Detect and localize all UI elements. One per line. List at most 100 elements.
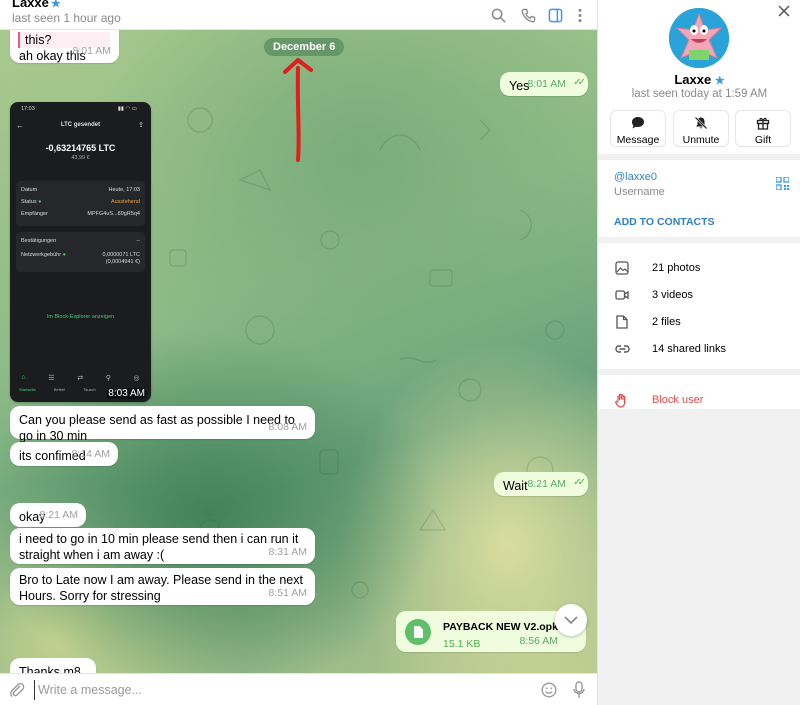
message-text: Bro to Late now I am away. Please send i… bbox=[19, 573, 303, 603]
close-icon[interactable] bbox=[778, 5, 790, 20]
photos-row[interactable]: 21 photos bbox=[614, 260, 789, 276]
phone-row: Datum Heute, 17:03 bbox=[21, 187, 140, 193]
row-key: Netzwerkgebühr ● bbox=[21, 252, 66, 258]
message-time: 8:56 AM bbox=[519, 635, 558, 647]
row-key-text: Netzwerkgebühr bbox=[21, 252, 62, 258]
files-row[interactable]: 2 files bbox=[614, 314, 789, 330]
photos-count: 21 photos bbox=[652, 262, 701, 274]
profile-name: Laxxe ★ bbox=[598, 72, 800, 87]
chat-header: Laxxe ★ last seen 1 hour ago bbox=[0, 0, 597, 30]
gift-icon bbox=[736, 116, 790, 134]
message-bubble[interactable]: okay 8:21 AM bbox=[10, 503, 86, 527]
phone-row: Netzwerkgebühr ● 0,0000071 LTC bbox=[21, 252, 140, 258]
explorer-link: Im Block-Explorer anzeigen bbox=[46, 314, 115, 320]
info-dot-icon: ● bbox=[62, 252, 66, 258]
message-time: 8:21 AM bbox=[527, 478, 566, 490]
links-row[interactable]: 14 shared links bbox=[614, 341, 789, 357]
file-doc-icon bbox=[614, 314, 630, 330]
tab-label: Startseite bbox=[18, 387, 36, 392]
profile-name-text: Laxxe bbox=[674, 72, 712, 87]
profile-panel: Laxxe ★ last seen today at 1:59 AM Messa… bbox=[597, 0, 800, 705]
home-icon: ⌂ bbox=[21, 374, 26, 381]
file-size: 15.1 KB bbox=[443, 638, 481, 650]
signal-icon: ▮▮ ◠ ▭ bbox=[117, 106, 137, 112]
more-icon[interactable] bbox=[571, 6, 589, 24]
tab-label: Befehl bbox=[53, 387, 66, 392]
message-text: Can you please send as fast as possible … bbox=[19, 413, 295, 443]
message-time: 8:21 AM bbox=[39, 509, 78, 521]
read-checks-icon: ✓✓ bbox=[573, 477, 586, 488]
message-text: Yes bbox=[509, 79, 530, 93]
message-bubble[interactable]: its confimed 8:14 AM bbox=[10, 442, 118, 466]
gift-button-label: Gift bbox=[754, 134, 772, 146]
message-bubble[interactable]: this? ah okay this 8:01 AM bbox=[10, 30, 119, 63]
add-to-contacts-button[interactable]: ADD TO CONTACTS bbox=[614, 216, 715, 228]
row-key: Datum bbox=[21, 187, 38, 193]
phone-call-icon[interactable] bbox=[519, 6, 537, 24]
search-icon[interactable] bbox=[489, 6, 507, 24]
phone-fiat: 43,99 € bbox=[71, 155, 90, 161]
panel-filler bbox=[598, 409, 800, 705]
block-user-label: Block user bbox=[652, 394, 704, 406]
row-key: Empfänger bbox=[21, 211, 48, 217]
links-count: 14 shared links bbox=[652, 343, 726, 355]
chevron-down-icon bbox=[564, 616, 578, 624]
message-composer bbox=[0, 673, 597, 705]
file-icon[interactable] bbox=[405, 619, 431, 645]
username-value[interactable]: @laxxe0 bbox=[614, 171, 657, 183]
message-text: Wait bbox=[503, 479, 528, 493]
phone-amount: -0,63214765 LTC bbox=[45, 143, 116, 153]
gift-button[interactable]: Gift bbox=[735, 110, 791, 147]
profile-status: last seen today at 1:59 AM bbox=[631, 88, 768, 100]
premium-star-icon: ★ bbox=[50, 0, 61, 10]
message-time: 8:01 AM bbox=[72, 45, 111, 57]
video-icon bbox=[614, 287, 630, 303]
chat-wallpaper: December 6 this? ah okay this 8:01 AM Ye… bbox=[0, 30, 597, 673]
message-bubble[interactable]: i need to go in 10 min please send then … bbox=[10, 528, 315, 564]
trade-icon: ⚲ bbox=[105, 375, 111, 382]
phone-row: Bestätigungen -- bbox=[21, 238, 140, 244]
tab-label: Tausch bbox=[83, 387, 96, 392]
message-bubble-outgoing[interactable]: Yes 8:01 AM ✓✓ bbox=[500, 72, 588, 96]
phone-row: Empfänger MPFG4uS...89gR5q4 bbox=[21, 211, 140, 217]
unmute-button-label: Unmute bbox=[682, 134, 720, 146]
chat-title[interactable]: Laxxe ★ bbox=[12, 0, 61, 10]
chat-name[interactable]: Laxxe bbox=[12, 0, 49, 10]
link-icon bbox=[614, 341, 630, 357]
videos-count: 3 videos bbox=[652, 289, 693, 301]
qr-code-icon[interactable] bbox=[775, 176, 790, 193]
files-count: 2 files bbox=[652, 316, 681, 328]
photo-icon bbox=[614, 260, 630, 276]
emoji-icon[interactable] bbox=[541, 682, 557, 701]
message-bubble[interactable]: Thanks m8 bbox=[10, 658, 96, 673]
row-value: -- bbox=[136, 238, 140, 244]
photo-message[interactable]: 17:03 ▮▮ ◠ ▭ ← LTC gesendet ⇪ -0,63214765… bbox=[10, 102, 151, 402]
row-key: Bestätigungen bbox=[21, 238, 57, 244]
message-time: 8:01 AM bbox=[527, 78, 566, 90]
section-divider bbox=[598, 154, 800, 160]
avatar[interactable] bbox=[669, 8, 729, 68]
row-key: Status ● bbox=[21, 199, 41, 205]
section-divider bbox=[598, 237, 800, 243]
block-user-button[interactable]: Block user bbox=[614, 392, 789, 408]
unmute-button[interactable]: Unmute bbox=[673, 110, 729, 147]
message-time: 8:08 AM bbox=[268, 421, 307, 433]
chat-pane: Laxxe ★ last seen 1 hour ago December 6 … bbox=[0, 0, 597, 705]
phone-tab-icons: ⌂ ☰ ⇄ ⚲ ◎ bbox=[10, 374, 151, 382]
date-divider: December 6 bbox=[264, 38, 345, 56]
scroll-down-button[interactable] bbox=[555, 604, 587, 636]
videos-row[interactable]: 3 videos bbox=[614, 287, 789, 303]
read-checks-icon: ✓✓ bbox=[573, 77, 586, 88]
bell-muted-icon bbox=[674, 116, 728, 134]
microphone-icon[interactable] bbox=[573, 681, 585, 702]
message-bubble-outgoing[interactable]: Wait 8:21 AM ✓✓ bbox=[494, 472, 588, 496]
row-value: Heute, 17:03 bbox=[108, 187, 141, 193]
message-input[interactable] bbox=[34, 680, 524, 700]
attach-icon[interactable] bbox=[9, 682, 25, 701]
share-icon: ⇪ bbox=[138, 122, 144, 129]
message-button[interactable]: Message bbox=[610, 110, 666, 147]
message-bubble[interactable]: Bro to Late now I am away. Please send i… bbox=[10, 568, 315, 605]
message-time: 8:14 AM bbox=[71, 448, 110, 460]
message-bubble[interactable]: Can you please send as fast as possible … bbox=[10, 406, 315, 443]
toggle-sidebar-icon[interactable] bbox=[546, 6, 564, 24]
